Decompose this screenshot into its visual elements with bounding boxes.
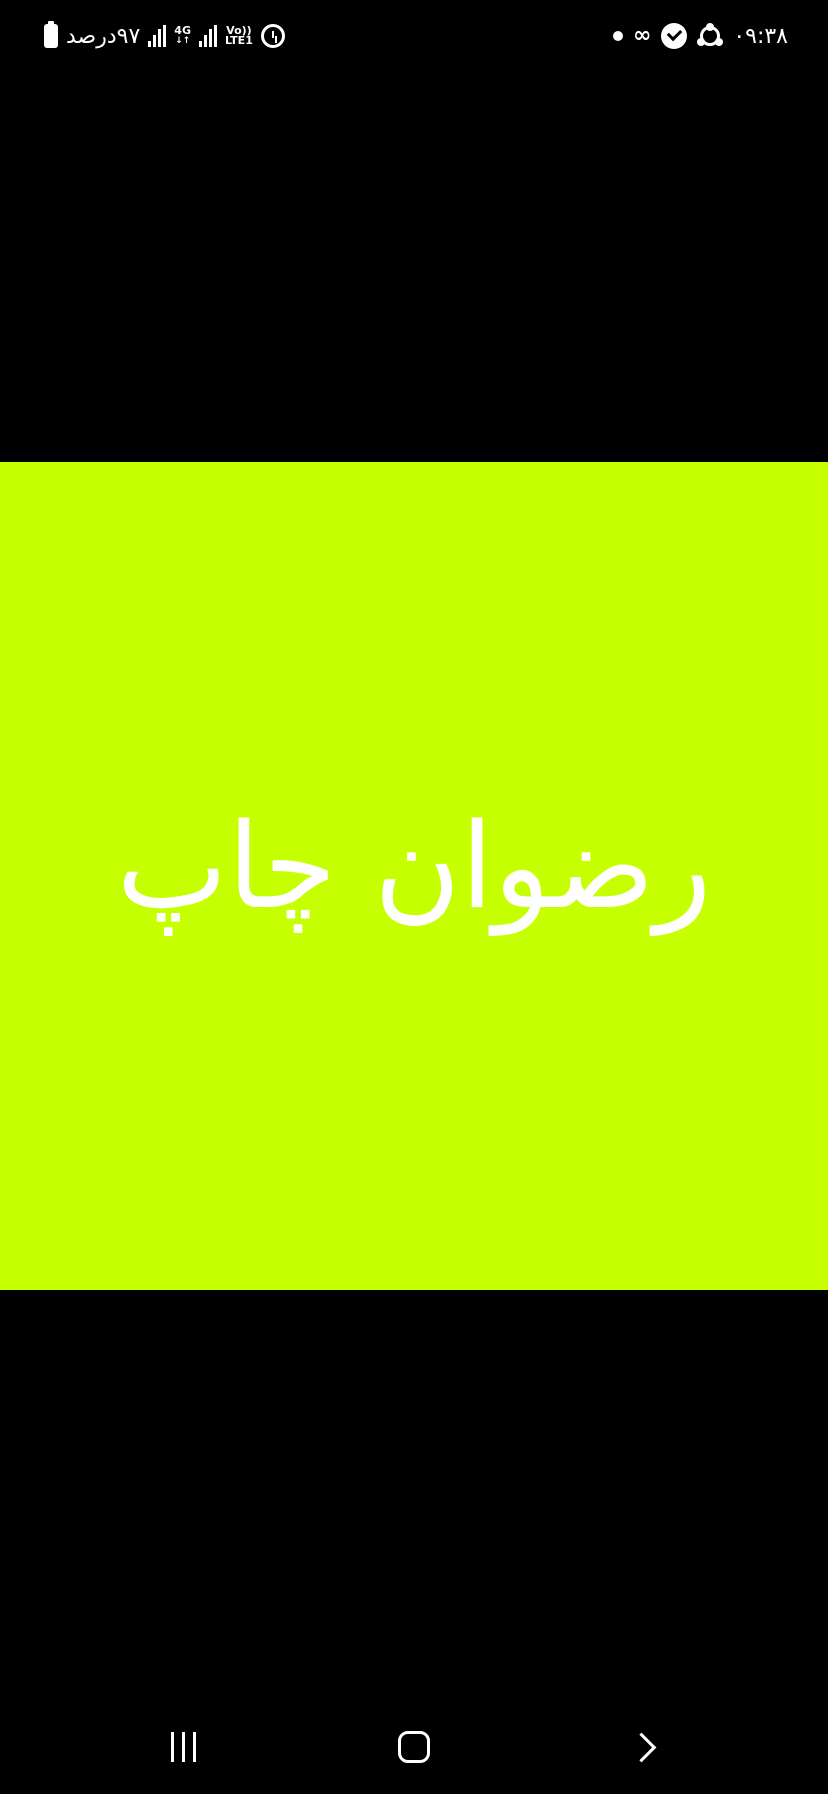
battery-percentage: ۹۷درصد	[66, 23, 141, 49]
recents-icon	[170, 1732, 196, 1762]
image-viewer-image[interactable]: رضوان چاپ	[0, 462, 828, 1290]
clock: ۰۹:۳۸	[733, 23, 788, 49]
volte-icon: Vo)) LTE1	[224, 25, 253, 47]
signal-icon	[148, 25, 167, 47]
status-bar-right: ∞ ۰۹:۳۸	[612, 18, 788, 54]
home-icon	[398, 1731, 430, 1763]
shield-check-icon	[661, 23, 688, 49]
status-bar-left: ۹۷درصد 4G ↓↑ Vo)) LTE1	[44, 18, 285, 54]
network-type-label: 4G	[174, 24, 191, 37]
dot-icon	[612, 31, 623, 41]
banner-text: رضوان چاپ	[116, 797, 712, 935]
battery-icon	[44, 21, 58, 48]
home-button[interactable]	[379, 1722, 449, 1772]
share-icon	[697, 23, 724, 49]
recents-button[interactable]	[148, 1722, 218, 1772]
back-button[interactable]	[610, 1722, 680, 1772]
status-bar: ۹۷درصد 4G ↓↑ Vo)) LTE1 ∞ ۰۹:۳۸	[0, 0, 828, 70]
volte-bottom-label: LTE1	[224, 34, 253, 47]
infinity-icon: ∞	[632, 23, 652, 48]
navigation-bar	[0, 1700, 828, 1794]
4g-icon: 4G ↓↑	[174, 24, 191, 46]
back-icon	[626, 1732, 656, 1762]
signal-icon	[198, 25, 217, 47]
alarm-icon	[260, 24, 285, 48]
